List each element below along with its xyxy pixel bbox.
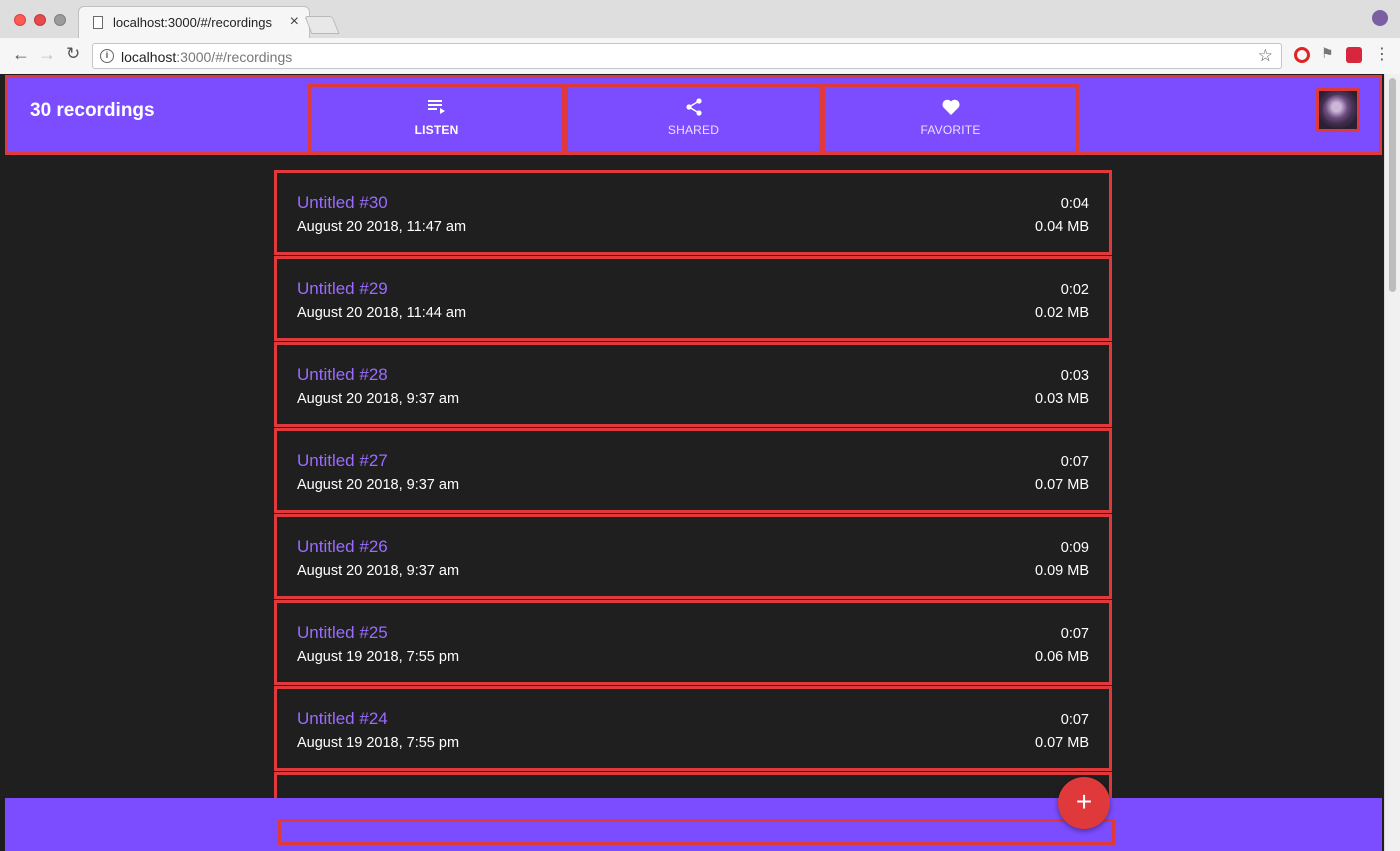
recording-date: August 19 2018, 7:55 pm — [297, 735, 460, 751]
recording-name: Untitled #24 — [297, 709, 388, 728]
recording-size: 0.03 MB — [1035, 391, 1089, 407]
minimize-window-button[interactable] — [34, 14, 46, 26]
recording-name: Untitled #28 — [297, 365, 388, 384]
tab-close-icon[interactable]: × — [290, 13, 299, 31]
tab-label: LISTEN — [414, 123, 459, 137]
recording-name: Untitled #26 — [297, 537, 388, 556]
avatar-image — [1323, 95, 1353, 125]
info-icon[interactable]: i — [100, 49, 114, 63]
flag-extension-icon[interactable]: ⚑ — [1321, 45, 1337, 61]
share-icon — [685, 98, 702, 116]
recording-size: 0.04 MB — [1035, 219, 1089, 235]
recording-date: August 20 2018, 9:37 am — [297, 477, 460, 493]
recording-name: Untitled #25 — [297, 623, 388, 642]
recording-duration: 0:07 — [1060, 626, 1089, 642]
recording-duration: 0:07 — [1060, 454, 1089, 470]
recording-duration: 0:07 — [1060, 712, 1089, 728]
scrollbar-thumb[interactable] — [1389, 78, 1396, 292]
add-recording-button[interactable]: + — [1058, 777, 1110, 829]
reload-icon[interactable]: ↻ — [66, 44, 80, 64]
scrollbar[interactable] — [1384, 74, 1400, 851]
tab-label: SHARED — [667, 123, 720, 137]
recording-date: August 20 2018, 11:47 am — [297, 219, 467, 235]
address-bar[interactable]: i localhost:3000/#/recordings ☆ — [92, 43, 1282, 69]
recording-row[interactable]: Untitled #30 August 20 2018, 11:47 am 0:04… — [274, 170, 1112, 255]
tab-shared[interactable]: SHARED — [565, 84, 822, 154]
recording-duration: 0:04 — [1060, 196, 1089, 212]
maximize-window-button[interactable] — [54, 14, 66, 26]
recording-size: 0.07 MB — [1035, 735, 1089, 751]
document-icon — [93, 16, 103, 29]
recording-duration: 0:02 — [1060, 282, 1089, 298]
recording-size: 0.07 MB — [1035, 477, 1089, 493]
page-title: 30 recordings — [30, 100, 155, 121]
recording-date: August 20 2018, 9:37 am — [297, 391, 460, 407]
new-tab-button[interactable] — [304, 16, 340, 34]
tab-title: localhost:3000/#/recordings — [113, 15, 272, 30]
recording-size: 0.02 MB — [1035, 305, 1089, 321]
app-root: 30 recordings LISTEN SHARED FAVORITE Unt… — [0, 74, 1400, 851]
recording-size: 0.06 MB — [1035, 649, 1089, 665]
profile-icon[interactable] — [1372, 10, 1388, 26]
recording-row[interactable]: Untitled #25 August 19 2018, 7:55 pm 0:07 0… — [274, 600, 1112, 685]
tab-label: FAVORITE — [920, 123, 981, 137]
browser-window: localhost:3000/#/recordings × ← → ↻ i lo… — [0, 0, 1400, 74]
recording-date: August 20 2018, 9:37 am — [297, 563, 460, 579]
recording-name: Untitled #29 — [297, 279, 388, 298]
recording-date: August 20 2018, 11:44 am — [297, 305, 467, 321]
recording-duration: 0:03 — [1060, 368, 1089, 384]
forward-icon[interactable]: → — [38, 44, 56, 65]
url-text[interactable]: localhost:3000/#/recordings — [121, 49, 292, 65]
tab-listen[interactable]: LISTEN — [308, 84, 565, 154]
recording-name: Untitled #30 — [297, 193, 388, 212]
tab-favorite[interactable]: FAVORITE — [822, 84, 1079, 154]
recording-size: 0.09 MB — [1035, 563, 1089, 579]
app-bar: 30 recordings LISTEN SHARED FAVORITE — [5, 75, 1382, 155]
recordings-list: Untitled #30 August 20 2018, 11:47 am 0:04… — [274, 170, 1112, 813]
bookmark-star-icon[interactable]: ☆ — [1258, 46, 1273, 66]
recording-row[interactable]: Untitled #28 August 20 2018, 9:37 am 0:03 0… — [274, 342, 1112, 427]
recording-row[interactable]: Untitled #26 August 20 2018, 9:37 am 0:09 0… — [274, 514, 1112, 599]
avatar[interactable] — [1316, 88, 1360, 132]
menu-icon[interactable]: ⋮ — [1374, 44, 1390, 63]
close-window-button[interactable] — [14, 14, 26, 26]
tab-strip: localhost:3000/#/recordings × — [0, 0, 1400, 38]
browser-toolbar: ← → ↻ i localhost:3000/#/recordings ☆ — [0, 38, 1400, 74]
recording-duration: 0:09 — [1060, 540, 1089, 556]
recording-row[interactable]: Untitled #27 August 20 2018, 9:37 am 0:07 0… — [274, 428, 1112, 513]
recording-row[interactable]: Untitled #29 August 20 2018, 11:44 am 0:02… — [274, 256, 1112, 341]
player-bar[interactable] — [278, 819, 1115, 845]
bottom-bar — [5, 798, 1382, 851]
browser-tab[interactable]: localhost:3000/#/recordings × — [78, 6, 310, 38]
recording-date: August 19 2018, 7:55 pm — [297, 649, 460, 665]
extension-icon[interactable] — [1346, 47, 1362, 63]
heart-icon — [941, 99, 960, 115]
opera-extension-icon[interactable] — [1294, 47, 1310, 63]
recording-name: Untitled #27 — [297, 451, 388, 470]
playlist-play-icon — [427, 100, 445, 114]
recording-row[interactable]: Untitled #24 August 19 2018, 7:55 pm 0:07 0… — [274, 686, 1112, 771]
back-icon[interactable]: ← — [12, 44, 30, 65]
